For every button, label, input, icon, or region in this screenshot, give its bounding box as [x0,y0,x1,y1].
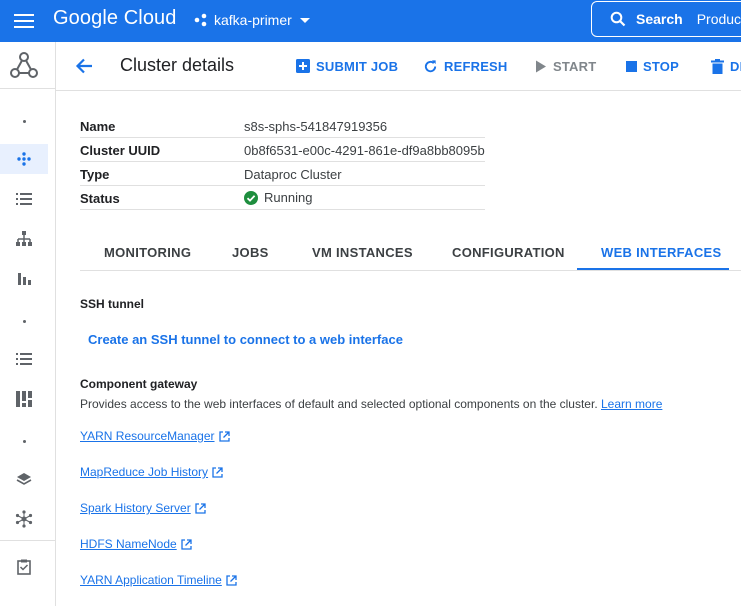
network-nodes-icon[interactable] [0,504,48,534]
bar-chart-icon[interactable] [0,264,48,294]
tab-configuration[interactable]: CONFIGURATION [452,245,565,260]
stop-button[interactable]: STOP [626,57,679,75]
refresh-label: REFRESH [444,58,508,74]
component-gateway-title: Component gateway [80,377,198,391]
search-icon [610,11,626,27]
stop-icon [626,60,637,72]
tab-monitoring[interactable]: MONITORING [104,245,191,260]
ssh-tunnel-title: SSH tunnel [80,297,145,311]
web-interface-link-spark-history-server[interactable]: Spark History Server [80,501,206,515]
refresh-icon [424,59,437,72]
cluster-details-table: Name s8s-sphs-541847919356 Cluster UUID … [80,114,485,210]
rail-dot-2 [0,306,48,336]
start-button[interactable]: START [535,57,596,75]
learn-more-link[interactable]: Learn more [601,397,662,411]
tab-web-interfaces[interactable]: WEB INTERFACES [601,245,721,260]
refresh-button[interactable]: REFRESH [423,57,508,75]
chevron-down-icon [299,17,310,23]
detail-value: 0b8f6531-e00c-4291-861e-df9a8bb8095b [244,143,485,158]
search-label: Search [636,11,683,27]
detail-value: Dataproc Cluster [244,167,342,182]
start-label: START [553,58,597,74]
dataproc-product-icon[interactable] [0,51,48,81]
detail-row-type: Type Dataproc Cluster [80,162,485,186]
project-selector[interactable]: kafka-primer [193,8,310,32]
tab-jobs[interactable]: JOBS [232,245,269,260]
detail-row-name: Name s8s-sphs-541847919356 [80,114,485,138]
web-interface-link-yarn-application-timeline[interactable]: YARN Application Timeline [80,573,237,587]
rail-divider [0,88,55,89]
workflows-hierarchy-icon[interactable] [0,224,48,254]
link-text: HDFS NameNode [80,537,177,551]
active-tab-indicator [577,268,729,270]
back-arrow-icon[interactable] [74,56,94,76]
rail-dot-3 [0,426,48,456]
status-text: Running [264,190,313,205]
detail-key: Cluster UUID [80,143,161,158]
page-header: Cluster details SUBMIT JOB REFRESH START… [55,42,741,91]
play-icon [536,60,546,72]
open-in-new-icon [181,538,192,550]
open-in-new-icon [218,430,230,442]
detail-value: s8s-sphs-541847919356 [244,119,388,134]
web-interface-link-mapreduce-job-history[interactable]: MapReduce Job History [80,465,223,479]
web-interface-link-hdfs-namenode[interactable]: HDFS NameNode [80,537,192,551]
dashboard-icon[interactable] [0,384,48,414]
web-interface-link-yarn-resourcemanager[interactable]: YARN ResourceManager [80,429,230,443]
detail-key: Type [80,167,110,182]
open-in-new-icon [226,574,237,586]
rail-divider-bottom [0,540,55,541]
page-title: Cluster details [120,55,235,75]
delete-button[interactable]: DE [711,57,741,75]
detail-key: Name [80,119,116,134]
check-circle-icon [244,190,258,205]
release-notes-icon[interactable] [0,552,48,582]
menu-icon[interactable] [14,11,34,31]
project-dots-icon [194,13,207,27]
open-in-new-icon [212,466,223,478]
detail-key: Status [80,191,120,206]
submit-job-label: SUBMIT JOB [316,58,399,74]
top-app-bar: Google Cloud kafka-primer Search Produc [0,0,741,42]
submit-job-button[interactable]: SUBMIT JOB [296,57,398,75]
rail-dot-1 [0,106,48,136]
link-text: YARN ResourceManager [80,429,215,443]
status-value: Running [244,190,312,205]
link-text: Spark History Server [80,501,191,515]
link-text: YARN Application Timeline [80,573,222,587]
create-ssh-tunnel-link[interactable]: Create an SSH tunnel to connect to a web… [88,332,403,347]
detail-row-status: Status Running [80,186,485,210]
clusters-nav-icon[interactable] [0,144,48,174]
jobs-list-icon[interactable] [0,184,48,214]
delete-icon [711,58,724,74]
component-gateway-description: Provides access to the web interfaces of… [80,397,662,411]
detail-row-uuid: Cluster UUID 0b8f6531-e00c-4291-861e-df9… [80,138,485,162]
gateway-description-text: Provides access to the web interfaces of… [80,397,598,411]
search-hint: Produc [696,11,741,27]
open-in-new-icon [195,502,206,514]
tab-vm-instances[interactable]: VM INSTANCES [312,245,413,260]
layers-icon[interactable] [0,464,48,494]
stop-label: STOP [643,58,679,74]
google-cloud-logo[interactable]: Google Cloud [53,7,177,30]
project-name: kafka-primer [214,12,292,28]
add-box-icon [296,59,310,73]
delete-label: DE [730,58,741,74]
list-icon[interactable] [0,344,48,374]
product-nav-rail [0,42,56,606]
detail-tabs: MONITORING JOBS VM INSTANCES CONFIGURATI… [80,236,741,271]
search-bar[interactable]: Search Produc [591,1,741,37]
link-text: MapReduce Job History [80,465,209,479]
